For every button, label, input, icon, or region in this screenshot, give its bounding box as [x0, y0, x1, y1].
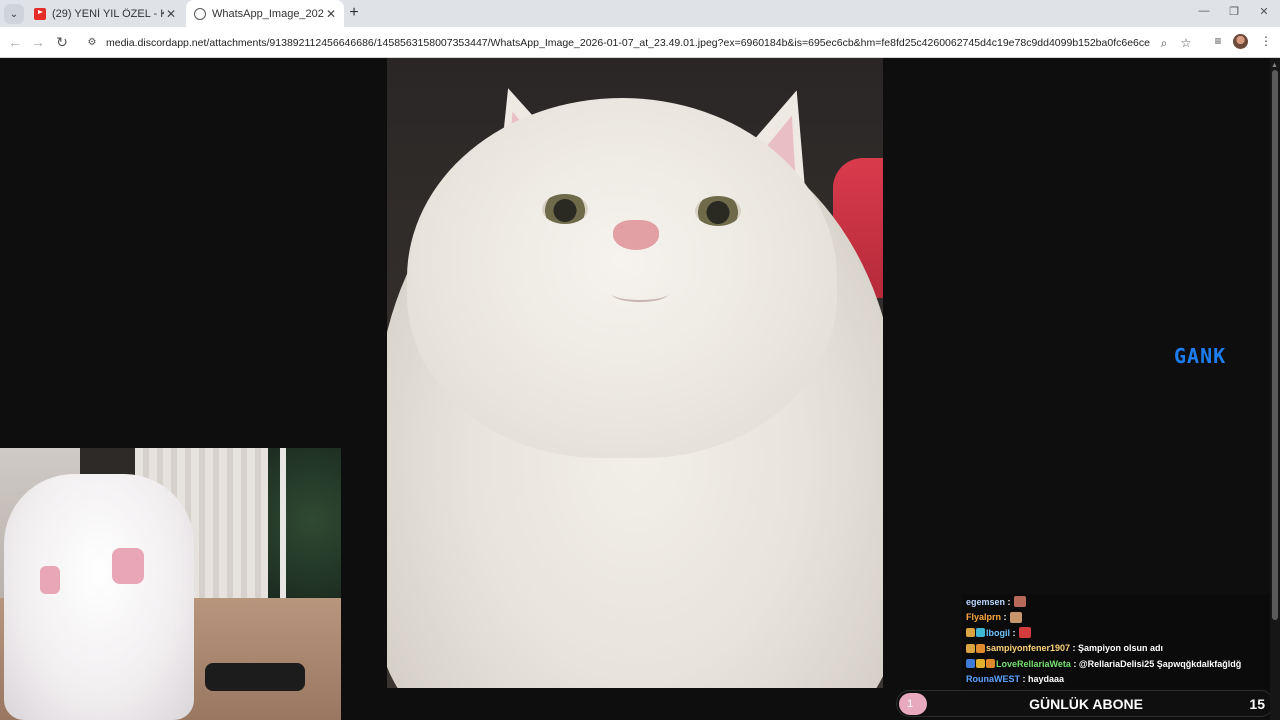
chat-message: LoveRellariaWeta : @RellariaDelisi25 Şap…	[962, 656, 1280, 672]
tab-search-button[interactable]: ⌄	[4, 4, 24, 24]
chat-separator: :	[1001, 612, 1007, 623]
chat-separator: :	[1070, 643, 1079, 654]
cat-mouth	[612, 286, 668, 302]
gank-logo: GANK	[1174, 344, 1227, 368]
chat-username: sampiyonfener1907	[986, 643, 1071, 654]
scrollbar-thumb[interactable]	[1272, 70, 1278, 620]
goal-label: GÜNLÜK ABONE	[1029, 696, 1143, 712]
emote-icon	[1009, 611, 1022, 623]
tab-title: WhatsApp_Image_2026-01-07_	[212, 7, 324, 20]
badge-icon	[966, 659, 975, 669]
cat-image	[387, 58, 883, 688]
tab-strip: ⌄ (29) YENİ YIL ÖZEL - KİCK WRAP ✕ Whats…	[0, 0, 1280, 27]
cat-nose	[613, 220, 659, 250]
chair-pink-accent	[112, 548, 144, 584]
forward-button[interactable]: →	[29, 33, 47, 51]
badge-icon	[976, 659, 985, 669]
chat-username: Flyalprn	[966, 612, 1002, 623]
chat-separator: :	[1020, 674, 1028, 685]
url-text[interactable]: media.discordapp.net/attachments/9138921…	[106, 37, 1150, 49]
chat-separator: :	[1070, 658, 1079, 669]
badge-icon	[986, 659, 995, 669]
reload-button[interactable]: ↻	[53, 33, 71, 51]
minimize-button[interactable]: —	[1196, 5, 1212, 17]
chat-message: egemsen :	[962, 594, 1280, 610]
goal-current: 1	[899, 693, 927, 715]
restore-button[interactable]: ❐	[1226, 5, 1242, 18]
close-window-button[interactable]: ✕	[1256, 5, 1272, 18]
browser-toolbar: ← → ↻ ⚙ media.discordapp.net/attachments…	[0, 27, 1280, 58]
emote-icon	[1018, 627, 1031, 639]
chat-username: LoveRellariaWeta	[996, 658, 1071, 669]
tab-title: (29) YENİ YIL ÖZEL - KİCK WRAP	[52, 7, 164, 20]
chat-username: egemsen	[966, 596, 1006, 607]
goal-target: 15	[1249, 696, 1265, 712]
chat-username: RounaWEST	[966, 674, 1020, 685]
stream-chat: egemsen : Flyalprn : lbogil : sampiyonfe…	[962, 594, 1280, 689]
zoom-icon[interactable]: ⌕	[1156, 35, 1172, 51]
gaming-chair	[4, 474, 194, 720]
close-icon[interactable]: ✕	[326, 7, 336, 21]
tab-youtube[interactable]: (29) YENİ YIL ÖZEL - KİCK WRAP ✕	[26, 0, 184, 27]
cat-eye-left	[542, 194, 588, 224]
badge-icon	[976, 628, 985, 638]
globe-icon	[194, 7, 206, 20]
badge-icon	[966, 628, 975, 638]
cat-eye-right	[695, 196, 741, 226]
badge-icon	[976, 643, 985, 653]
cat-head	[407, 98, 837, 458]
close-icon[interactable]: ✕	[166, 7, 176, 21]
back-button[interactable]: ←	[6, 33, 24, 51]
chat-text: Şampiyon olsun adı	[1078, 643, 1164, 654]
menu-icon[interactable]: ⋮	[1258, 33, 1274, 49]
media-controls-icon[interactable]: ≡	[1210, 33, 1226, 49]
webcam-feed	[0, 448, 341, 720]
subscriber-goal-bar: GÜNLÜK ABONE 1 15	[896, 690, 1274, 717]
youtube-icon	[34, 7, 46, 20]
profile-avatar[interactable]	[1233, 34, 1248, 49]
scroll-up-arrow-icon[interactable]: ▲	[1271, 62, 1278, 69]
new-tab-button[interactable]: +	[345, 4, 363, 22]
badge-icon	[966, 643, 975, 653]
chat-username: lbogil	[986, 627, 1010, 638]
chat-separator: :	[1010, 627, 1016, 638]
chat-text: @RellariaDelisi25 Şapwqğkdalkfağldğ	[1078, 658, 1242, 669]
chat-message: RounaWEST : haydaaa	[962, 672, 1280, 688]
chat-message: sampiyonfener1907 : Şampiyon olsun adı	[962, 641, 1280, 657]
emote-icon	[1013, 596, 1026, 608]
tab-whatsapp-image[interactable]: WhatsApp_Image_2026-01-07_ ✕	[186, 0, 344, 27]
chat-text: haydaaa	[1028, 674, 1065, 685]
chat-separator: :	[1005, 596, 1011, 607]
chair-pink-accent	[40, 566, 60, 594]
chat-message: lbogil :	[962, 625, 1280, 641]
bookmark-star-icon[interactable]: ☆	[1178, 35, 1194, 51]
chat-message: Flyalprn :	[962, 610, 1280, 626]
chair-armrest	[205, 663, 305, 691]
address-bar[interactable]: ⚙ media.discordapp.net/attachments/91389…	[80, 31, 1196, 55]
site-info-icon[interactable]: ⚙	[84, 35, 100, 51]
